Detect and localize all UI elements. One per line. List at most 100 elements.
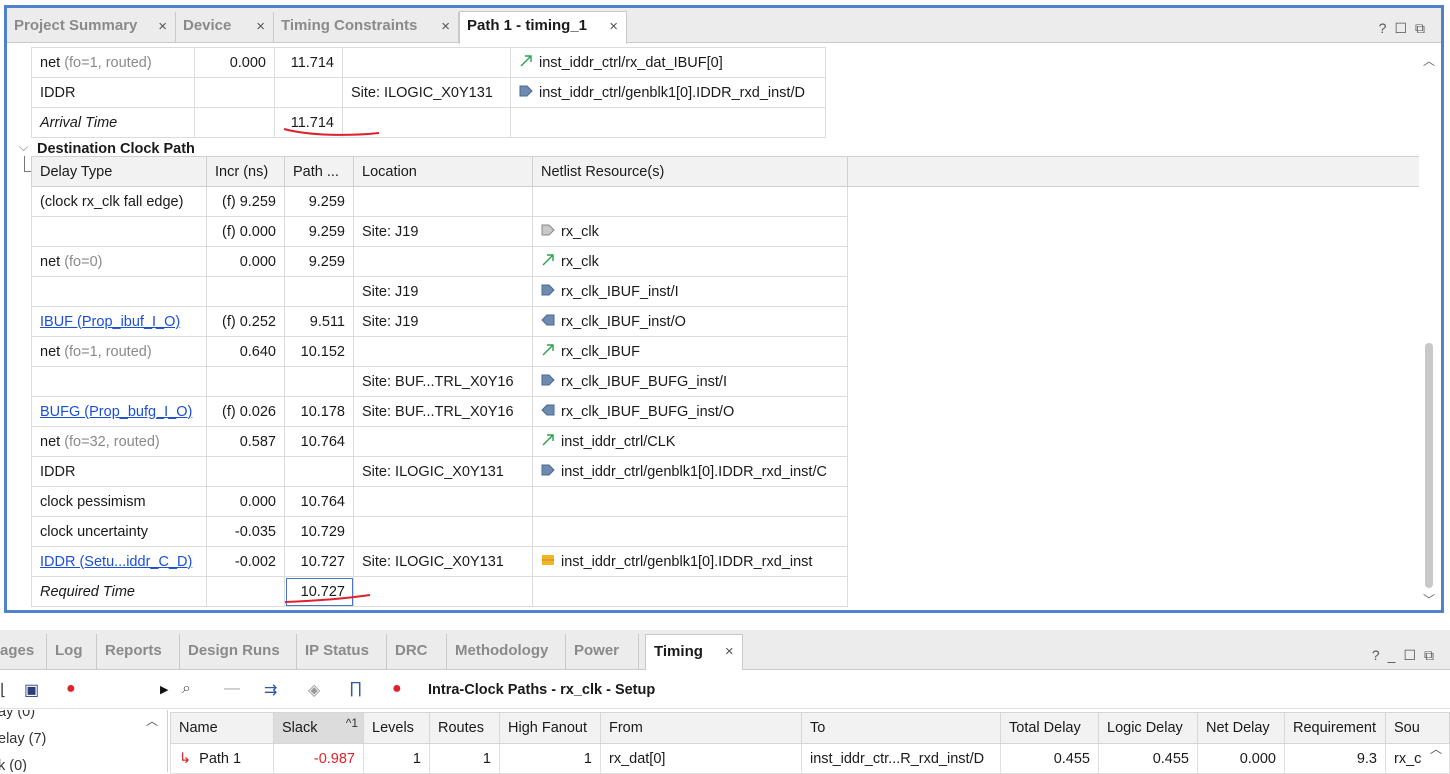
cell-netlist[interactable]: rx_clk_IBUF [532, 336, 848, 367]
scroll-up-icon[interactable]: ︿ [1430, 740, 1442, 757]
collapse-icon[interactable]: ⌊ [0, 680, 6, 700]
table-row[interactable]: ↳ Path 1 -0.987 1 1 1 rx_dat[0] inst_iddr… [170, 743, 1450, 774]
col-delay-type[interactable]: Delay Type [31, 156, 207, 187]
table-row[interactable]: BUFG (Prop_bufg_I_O) (f) 0.026 10.178 Site:… [31, 396, 1420, 427]
netlist-resource[interactable]: rx_clk_IBUF [561, 343, 640, 359]
table-row[interactable]: Site: J19 rx_clk_IBUF_inst/I [31, 276, 1420, 307]
table-row[interactable]: (clock rx_clk fall edge) (f) 9.259 9.259 [31, 186, 1420, 217]
help-icon[interactable]: ? [1372, 647, 1388, 663]
tab-reports[interactable]: Reports [97, 634, 180, 670]
vertical-scrollbar[interactable]: ︿ ﹀ [1421, 48, 1437, 608]
col-net-delay[interactable]: Net Delay [1197, 712, 1285, 744]
table-row[interactable]: IDDR Site: ILOGIC_X0Y131 inst_iddr_ctrl/ge… [31, 456, 1420, 487]
cell-delay-type[interactable]: IDDR (Setu...iddr_C_D) [31, 546, 207, 577]
minimize-icon[interactable]: _ [1388, 647, 1404, 663]
tab-timing[interactable]: Timing × [645, 634, 743, 670]
caret-right-icon[interactable]: ▶ [160, 683, 168, 696]
tab-project-summary[interactable]: Project Summary × [7, 12, 176, 43]
restore-icon[interactable]: ☐ [1403, 647, 1424, 663]
popout-icon[interactable]: ⧉ [1415, 20, 1433, 36]
netlist-resource[interactable]: inst_iddr_ctrl/genblk1[0].IDDR_rxd_inst/… [561, 463, 827, 479]
scroll-up-icon[interactable]: ︿ [146, 712, 158, 729]
restore-icon[interactable]: ☐ [1394, 20, 1415, 36]
tree-item[interactable]: k (0) [0, 758, 27, 772]
chevron-down-icon[interactable]: ⌵ [19, 140, 28, 155]
netlist-resource[interactable]: rx_clk_IBUF_inst/I [561, 283, 679, 299]
netlist-resource[interactable]: inst_iddr_ctrl/genblk1[0].IDDR_rxd_inst [561, 553, 812, 569]
cell-netlist[interactable]: inst_iddr_ctrl/genblk1[0].IDDR_rxd_inst [532, 546, 848, 577]
col-incr[interactable]: Incr (ns) [206, 156, 285, 187]
col-levels[interactable]: Levels [363, 712, 430, 744]
search-icon[interactable]: ⌕ [182, 680, 191, 698]
arrival-time-row[interactable]: Arrival Time 11.714 [31, 107, 826, 138]
tab-design-runs[interactable]: Design Runs [180, 634, 297, 670]
tab-messages[interactable]: ages [0, 634, 47, 670]
scroll-down-icon[interactable]: ﹀ [1423, 591, 1435, 608]
save-icon[interactable]: ▣ [24, 680, 39, 700]
table-row[interactable]: net (fo=1, routed) 0.640 10.152 rx_clk_IBUF [31, 336, 1420, 367]
col-path[interactable]: Path ... [284, 156, 354, 187]
tree-item[interactable]: elay (7) [0, 731, 46, 747]
table-row[interactable]: net (fo=1, routed) 0.000 11.714 inst_iddr_c… [31, 47, 826, 78]
netlist-resource[interactable]: rx_clk_IBUF_inst/O [561, 313, 686, 329]
tab-device[interactable]: Device × [176, 12, 274, 43]
col-requirement[interactable]: Requirement [1284, 712, 1386, 744]
close-icon[interactable]: × [256, 18, 265, 35]
diamond-icon[interactable]: ◈ [308, 680, 320, 700]
col-high-fanout[interactable]: High Fanout [499, 712, 601, 744]
col-location[interactable]: Location [353, 156, 533, 187]
netlist-resource[interactable]: inst_iddr_ctrl/rx_dat_IBUF[0] [539, 54, 723, 70]
cell-netlist[interactable]: rx_clk [532, 246, 848, 277]
col-from[interactable]: From [600, 712, 802, 744]
table-row[interactable]: net (fo=0) 0.000 9.259 rx_clk [31, 246, 1420, 277]
table-row[interactable]: net (fo=32, routed) 0.587 10.764 inst_iddr_… [31, 426, 1420, 457]
col-slack[interactable]: Slack ^1 [273, 712, 364, 744]
table-row[interactable]: clock pessimism 0.000 10.764 [31, 486, 1420, 517]
col-total-delay[interactable]: Total Delay [1000, 712, 1099, 744]
tab-drc[interactable]: DRC [387, 634, 447, 670]
table-row[interactable]: (f) 0.000 9.259 Site: J19 rx_clk [31, 216, 1420, 247]
tab-methodology[interactable]: Methodology [447, 634, 566, 670]
table-row[interactable]: IDDR Site: ILOGIC_X0Y131 inst_iddr_ctrl/ge… [31, 77, 826, 108]
scroll-thumb[interactable] [1425, 343, 1433, 588]
help-icon[interactable]: ? [1379, 20, 1395, 36]
col-name[interactable]: Name [170, 712, 274, 744]
tab-path-1[interactable]: Path 1 - timing_1 × [459, 11, 627, 44]
delay-type-link[interactable]: IBUF (Prop_ibuf_I_O) [40, 314, 180, 330]
error-icon[interactable]: ● [392, 680, 402, 698]
col-logic-delay[interactable]: Logic Delay [1098, 712, 1198, 744]
netlist-resource[interactable]: rx_clk [561, 223, 599, 239]
popout-icon[interactable]: ⧉ [1424, 647, 1442, 663]
tab-power[interactable]: Power [566, 634, 639, 670]
cell-netlist[interactable]: rx_clk_IBUF_BUFG_inst/I [532, 366, 848, 397]
tab-log[interactable]: Log [47, 634, 97, 670]
cell-netlist[interactable]: rx_clk_IBUF_inst/O [532, 306, 848, 337]
close-icon[interactable]: × [609, 18, 618, 35]
error-icon[interactable]: ● [66, 680, 76, 698]
scroll-up-icon[interactable]: ︿ [1423, 52, 1435, 69]
table-row[interactable]: clock uncertainty -0.035 10.729 [31, 516, 1420, 547]
col-netlist[interactable]: Netlist Resource(s) [532, 156, 848, 187]
netlist-resource[interactable]: inst_iddr_ctrl/CLK [561, 433, 675, 449]
cell-delay-type[interactable]: IBUF (Prop_ibuf_I_O) [31, 306, 207, 337]
col-source[interactable]: Sou [1385, 712, 1450, 744]
netlist-resource[interactable]: rx_clk_IBUF_BUFG_inst/O [561, 403, 734, 419]
cell-netlist[interactable]: inst_iddr_ctrl/genblk1[0].IDDR_rxd_inst/… [510, 77, 826, 108]
cell-netlist[interactable]: rx_clk_IBUF_inst/I [532, 276, 848, 307]
table-row[interactable]: IBUF (Prop_ibuf_I_O) (f) 0.252 9.511 Site: … [31, 306, 1420, 337]
waveform-icon[interactable]: ∏ [349, 680, 362, 698]
close-icon[interactable]: × [725, 643, 734, 660]
cell-netlist[interactable]: rx_clk [532, 216, 848, 247]
col-to[interactable]: To [801, 712, 1001, 744]
delay-type-link[interactable]: IDDR (Setu...iddr_C_D) [40, 554, 192, 570]
tab-ip-status[interactable]: IP Status [297, 634, 387, 670]
netlist-resource[interactable]: rx_clk [561, 253, 599, 269]
cell-delay-type[interactable]: BUFG (Prop_bufg_I_O) [31, 396, 207, 427]
delay-type-link[interactable]: BUFG (Prop_bufg_I_O) [40, 404, 192, 420]
required-time-row[interactable]: Required Time 10.727 [31, 576, 1420, 607]
cell-netlist[interactable]: inst_iddr_ctrl/CLK [532, 426, 848, 457]
cell-netlist[interactable]: rx_clk_IBUF_BUFG_inst/O [532, 396, 848, 427]
schematic-icon[interactable]: ⇉ [264, 680, 277, 700]
table-row[interactable]: Site: BUF...TRL_X0Y16 rx_clk_IBUF_BUFG_in… [31, 366, 1420, 397]
netlist-resource[interactable]: inst_iddr_ctrl/genblk1[0].IDDR_rxd_inst/… [539, 84, 805, 100]
